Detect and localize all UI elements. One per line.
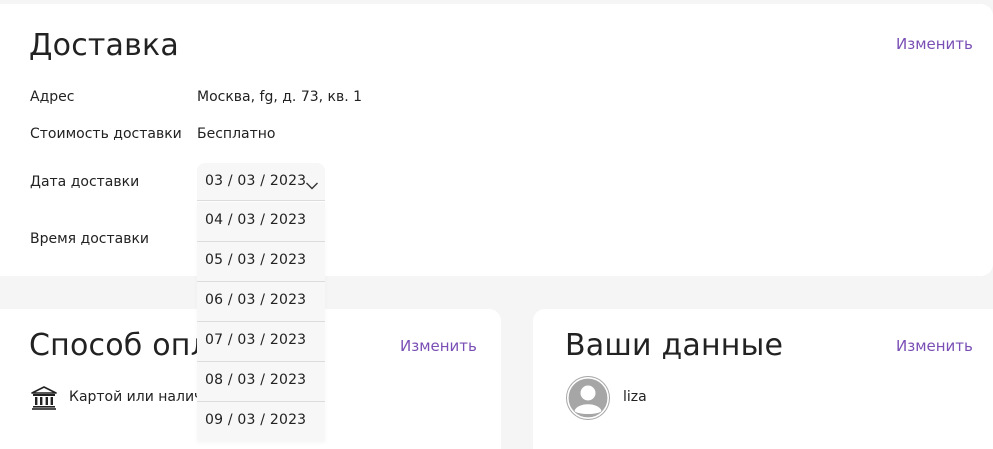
delivery-date-label: Дата доставки bbox=[30, 174, 140, 190]
date-option[interactable]: 05 / 03 / 2023 bbox=[197, 242, 325, 282]
delivery-time-label: Время доставки bbox=[30, 231, 150, 247]
chevron-down-icon bbox=[305, 176, 319, 190]
avatar-icon bbox=[565, 375, 611, 421]
date-option[interactable]: 08 / 03 / 2023 bbox=[197, 362, 325, 402]
payment-change-link[interactable]: Изменить bbox=[400, 337, 477, 355]
date-option[interactable]: 07 / 03 / 2023 bbox=[197, 322, 325, 362]
bank-icon bbox=[31, 386, 57, 410]
date-option[interactable]: 06 / 03 / 2023 bbox=[197, 282, 325, 322]
delivery-cost-value: Бесплатно bbox=[197, 126, 276, 142]
delivery-card: Доставка Изменить Адрес Москва, fg, д. 7… bbox=[0, 4, 993, 276]
date-option[interactable]: 09 / 03 / 2023 bbox=[197, 402, 325, 441]
payment-title: Способ опл bbox=[29, 328, 210, 363]
date-option[interactable]: 04 / 03 / 2023 bbox=[197, 202, 325, 242]
user-name: liza bbox=[623, 389, 647, 405]
delivery-date-options: 04 / 03 / 2023 05 / 03 / 2023 06 / 03 / … bbox=[197, 202, 325, 441]
user-change-link[interactable]: Изменить bbox=[896, 337, 973, 355]
delivery-date-selected: 03 / 03 / 2023 bbox=[205, 173, 307, 189]
delivery-date-select[interactable]: 03 / 03 / 2023 bbox=[197, 163, 325, 201]
address-label: Адрес bbox=[30, 89, 75, 105]
delivery-change-link[interactable]: Изменить bbox=[896, 35, 973, 53]
user-title: Ваши данные bbox=[565, 328, 784, 363]
delivery-cost-label: Стоимость доставки bbox=[30, 126, 182, 142]
delivery-title: Доставка bbox=[29, 28, 179, 63]
address-value: Москва, fg, д. 73, кв. 1 bbox=[197, 89, 363, 105]
